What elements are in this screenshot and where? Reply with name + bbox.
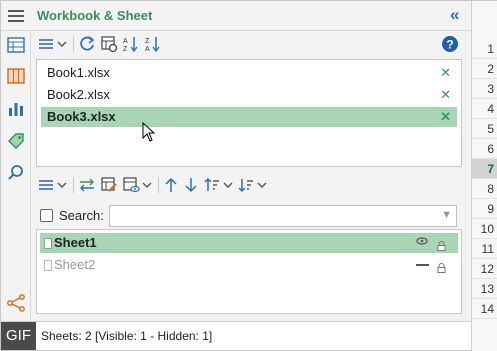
lock-icon[interactable] xyxy=(437,259,446,273)
row-number[interactable]: 1 xyxy=(472,39,497,59)
row-number[interactable]: 14 xyxy=(472,299,497,319)
row-number[interactable]: 2 xyxy=(472,59,497,79)
sheet-toolbar xyxy=(37,174,271,196)
chevron-down-icon[interactable]: ▼ xyxy=(441,209,452,221)
toolbar-separator xyxy=(73,177,74,193)
workbook-settings-icon[interactable] xyxy=(100,34,118,54)
toolbar-separator xyxy=(73,36,74,52)
app-window: Workbook & Sheet « A Z Z A ? Book1.xlsx … xyxy=(0,0,497,351)
workbook-item-selected[interactable]: Book3.xlsx ✕ xyxy=(41,107,457,127)
pane-title: Workbook & Sheet xyxy=(37,8,153,23)
workbook-list: Book1.xlsx ✕ Book2.xlsx ✕ Book3.xlsx ✕ xyxy=(36,59,462,167)
column-list-icon[interactable] xyxy=(6,66,26,86)
sheet-list-view-icon[interactable] xyxy=(37,175,67,195)
svg-text:Z: Z xyxy=(145,38,150,45)
move-up-icon[interactable] xyxy=(163,175,179,195)
navigation-rail xyxy=(1,31,31,321)
svg-text:?: ? xyxy=(446,38,453,52)
mouse-cursor-icon xyxy=(142,121,156,147)
row-number[interactable]: 9 xyxy=(472,199,497,219)
workbook-sheet-pane: AZ ZA ? Book1.xlsx ✕ Book2.xlsx ✕ Book3.… xyxy=(31,31,471,321)
row-header-strip: 1 2 3 4 5 6 7 8 9 10 11 12 13 14 xyxy=(471,1,497,351)
menu-icon[interactable] xyxy=(8,10,24,22)
close-workbook-icon[interactable]: ✕ xyxy=(440,85,451,105)
sheet-item-selected[interactable]: Sheet1 xyxy=(40,233,458,253)
sheet-name: Sheet2 xyxy=(54,257,96,272)
workbook-item[interactable]: Book1.xlsx ✕ xyxy=(41,63,457,83)
row-number[interactable]: 5 xyxy=(472,119,497,139)
sheet-icon xyxy=(44,238,52,249)
svg-text:A: A xyxy=(145,46,150,53)
close-workbook-icon[interactable]: ✕ xyxy=(440,63,451,83)
search-label: Search: xyxy=(59,208,104,223)
workbook-item[interactable]: Book2.xlsx ✕ xyxy=(41,85,457,105)
row-number[interactable]: 11 xyxy=(472,239,497,259)
workbook-toolbar: AZ ZA ? xyxy=(37,33,463,55)
svg-text:Z: Z xyxy=(123,46,128,53)
sheet-icon xyxy=(44,260,52,271)
move-down-icon[interactable] xyxy=(183,175,199,195)
svg-text:A: A xyxy=(123,38,128,45)
sheet-name: Sheet1 xyxy=(54,235,97,250)
toolbar-separator xyxy=(158,177,159,193)
row-number[interactable]: 13 xyxy=(472,279,497,299)
swap-icon[interactable] xyxy=(78,175,96,195)
row-number[interactable]: 8 xyxy=(472,179,497,199)
row-number[interactable]: 12 xyxy=(472,259,497,279)
workbook-name: Book2.xlsx xyxy=(47,87,110,102)
pane-header: Workbook & Sheet « xyxy=(1,1,471,31)
row-number[interactable]: 7 xyxy=(472,159,497,179)
sheet-search-row: Search: ▼ xyxy=(37,205,457,227)
collapse-pane-icon[interactable]: « xyxy=(450,5,459,25)
hidden-dash-icon[interactable] xyxy=(416,264,429,266)
lock-icon[interactable] xyxy=(437,237,446,251)
sort-descending-icon[interactable]: ZA xyxy=(144,34,162,54)
tag-icon[interactable] xyxy=(6,131,26,151)
status-bar: Sheets: 2 [Visible: 1 - Hidden: 1] xyxy=(1,321,471,350)
chart-icon[interactable] xyxy=(6,99,26,119)
sort-ascending-icon[interactable]: AZ xyxy=(122,34,140,54)
row-number[interactable]: 4 xyxy=(472,99,497,119)
list-view-icon[interactable] xyxy=(37,34,67,54)
find-icon[interactable] xyxy=(6,163,26,183)
help-icon[interactable]: ? xyxy=(441,34,459,54)
sheet-count-status: Sheets: 2 [Visible: 1 - Hidden: 1] xyxy=(41,329,213,343)
edit-sheet-icon[interactable] xyxy=(100,175,118,195)
sheet-visibility-icon[interactable] xyxy=(122,175,152,195)
row-number[interactable]: 10 xyxy=(472,219,497,239)
search-input[interactable] xyxy=(109,205,457,227)
share-icon[interactable] xyxy=(6,293,26,313)
workbook-sheet-icon[interactable] xyxy=(6,35,26,55)
sheet-item-hidden[interactable]: Sheet2 xyxy=(40,255,458,275)
workbook-name: Book1.xlsx xyxy=(47,65,110,80)
visible-eye-icon[interactable] xyxy=(416,233,428,253)
sheet-list: Sheet1 Sheet2 xyxy=(36,229,462,314)
row-number[interactable]: 3 xyxy=(472,79,497,99)
sort-sheets-asc-icon[interactable] xyxy=(203,175,233,195)
search-checkbox[interactable] xyxy=(40,209,53,222)
close-workbook-icon[interactable]: ✕ xyxy=(440,107,451,127)
refresh-icon[interactable] xyxy=(78,34,96,54)
workbook-name: Book3.xlsx xyxy=(47,109,116,124)
sort-sheets-desc-icon[interactable] xyxy=(237,175,267,195)
row-number[interactable]: 6 xyxy=(472,139,497,159)
gif-badge: GIF xyxy=(1,322,36,350)
